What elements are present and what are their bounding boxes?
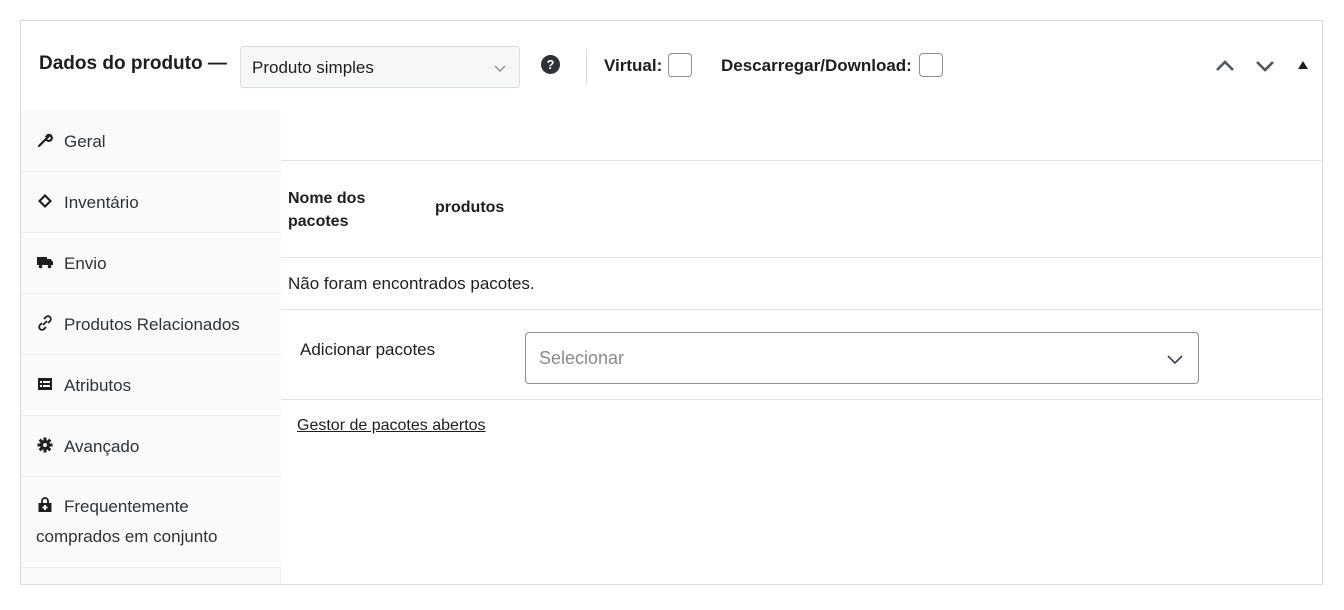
select-placeholder: Selecionar: [539, 348, 625, 368]
product-type-value: Produto simples: [252, 58, 374, 77]
open-bundle-manager-link[interactable]: Gestor de pacotes abertos: [297, 417, 486, 435]
divider: [281, 399, 1322, 400]
column-header-products: produtos: [435, 199, 505, 216]
tab-label-line2: comprados em conjunto: [36, 527, 218, 546]
toggle-panel-icon[interactable]: [1297, 59, 1309, 71]
virtual-label: Virtual:: [604, 56, 663, 75]
tab-frequentemente-comprados[interactable]: Frequentemente comprados em conjunto: [21, 477, 281, 568]
list-icon: [38, 378, 52, 390]
chevron-down-icon: [1167, 355, 1183, 365]
tab-label: Avançado: [64, 437, 140, 456]
tab-label: Geral: [64, 132, 106, 151]
tab-inventario[interactable]: Inventário: [21, 172, 281, 233]
tab-avancado[interactable]: Avançado: [21, 416, 281, 477]
header-divider: [586, 49, 587, 85]
empty-message: Não foram encontrados pacotes.: [288, 274, 535, 293]
tab-label: Produtos Relacionados: [64, 315, 240, 334]
shopping-bag-icon: [38, 497, 52, 512]
gear-icon: [37, 437, 53, 453]
wrench-icon: [37, 133, 53, 148]
link-icon: [38, 315, 52, 331]
bundles-content: Nome dos pacotes produtos Não foram enco…: [281, 111, 1322, 584]
panel-title: Dados do produto —: [39, 53, 227, 74]
add-bundles-label: Adicionar pacotes: [300, 340, 436, 359]
tab-atributos[interactable]: Atributos: [21, 355, 281, 416]
tab-envio[interactable]: Envio: [21, 233, 281, 294]
tab-label: Atributos: [64, 376, 132, 395]
chevron-down-icon: [494, 65, 506, 72]
move-down-icon[interactable]: [1254, 55, 1276, 77]
divider: [281, 309, 1322, 310]
column-header-bundle-name: Nome dos pacotes: [288, 190, 366, 230]
truck-icon: [37, 257, 53, 269]
tab-produtos-relacionados[interactable]: Produtos Relacionados: [21, 294, 281, 355]
tab-label: Inventário: [64, 193, 139, 212]
tab-geral[interactable]: Geral: [21, 111, 281, 172]
download-checkbox[interactable]: [919, 53, 943, 77]
add-bundles-select[interactable]: Selecionar: [525, 332, 1199, 384]
tab-label: Frequentemente: [64, 497, 189, 516]
product-type-select[interactable]: Produto simples: [240, 46, 520, 88]
move-up-icon[interactable]: [1214, 55, 1236, 77]
download-label: Descarregar/Download:: [721, 56, 912, 75]
tab-label: Envio: [64, 254, 107, 273]
product-data-tabs: Geral Inventário Envio Produtos Relacion…: [21, 111, 281, 584]
virtual-checkbox[interactable]: [668, 53, 692, 77]
help-icon[interactable]: ?: [541, 55, 560, 74]
divider: [281, 160, 1322, 161]
panel-header: Dados do produto — Produto simples ? Vir…: [21, 21, 1322, 111]
product-data-panel: Dados do produto — Produto simples ? Vir…: [20, 20, 1323, 585]
divider: [281, 257, 1322, 258]
tag-icon: [38, 194, 52, 208]
